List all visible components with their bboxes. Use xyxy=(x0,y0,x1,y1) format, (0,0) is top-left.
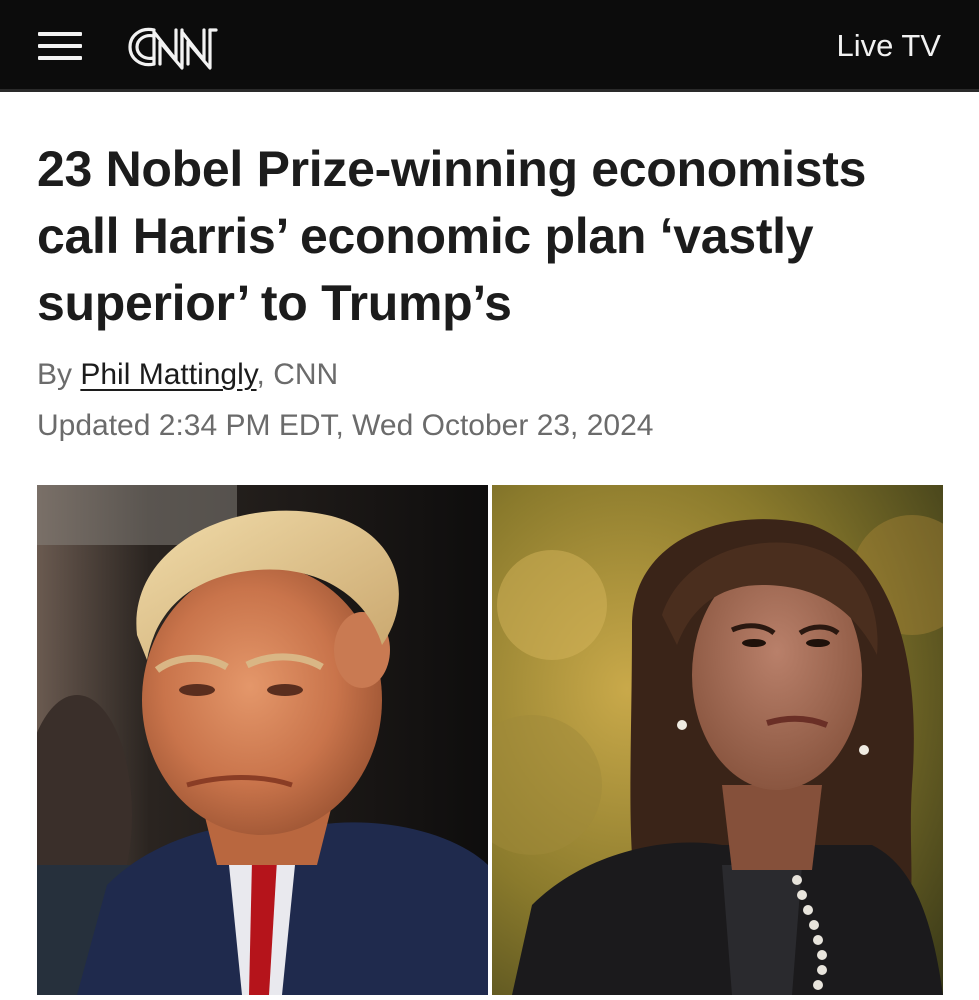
article-headline: 23 Nobel Prize-winning economists call H… xyxy=(37,141,867,331)
article-timestamp: Updated 2:34 PM EDT, Wed October 23, 202… xyxy=(37,409,654,442)
menu-bar-line xyxy=(38,32,82,36)
cnn-logo[interactable] xyxy=(126,22,236,72)
byline-prefix: By xyxy=(37,358,81,391)
menu-bar-line xyxy=(38,56,82,60)
byline-suffix: , CNN xyxy=(256,358,339,391)
menu-bar-line xyxy=(38,44,82,48)
article-hero-image[interactable] xyxy=(37,485,943,995)
top-navigation-bar: Live TV xyxy=(0,0,979,92)
portrait-right-image xyxy=(492,485,943,995)
portrait-left-image xyxy=(37,485,488,995)
article-byline: By Phil Mattingly, CNN xyxy=(37,356,937,394)
hamburger-menu-icon[interactable] xyxy=(38,30,84,62)
author-link[interactable]: Phil Mattingly xyxy=(80,358,256,391)
live-tv-link[interactable]: Live TV xyxy=(836,26,941,66)
